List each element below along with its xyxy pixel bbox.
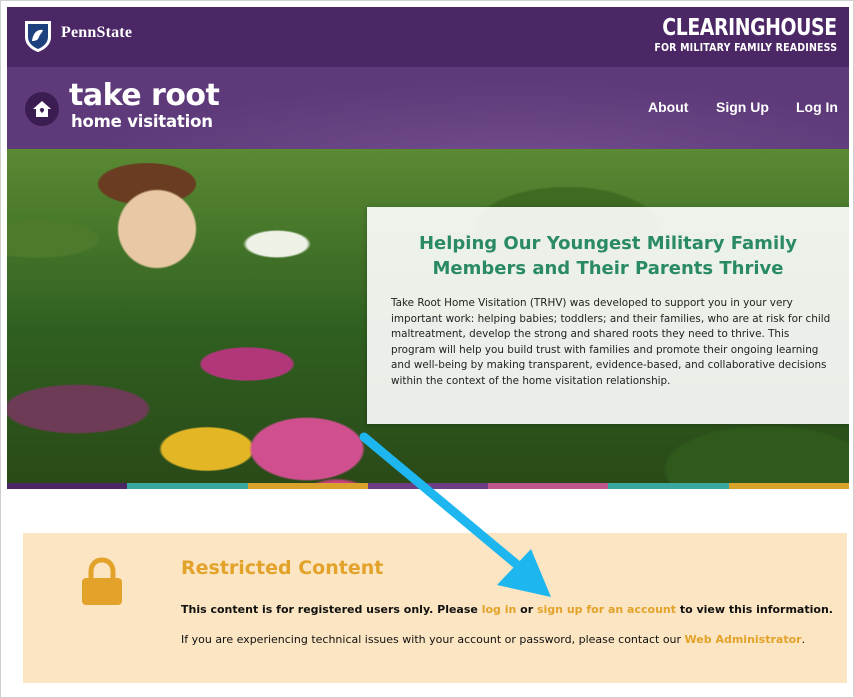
web-administrator-link[interactable]: Web Administrator <box>685 633 802 646</box>
lock-icon <box>82 557 122 605</box>
top-bar: PennState CLEARINGHOUSE FOR MILITARY FAM… <box>7 7 849 67</box>
site-navbar: take root home visitation About Sign Up … <box>7 67 849 149</box>
nav-about-link[interactable]: About <box>648 99 688 115</box>
restricted-title: Restricted Content <box>181 557 384 579</box>
support-message-text: If you are experiencing technical issues… <box>181 633 685 646</box>
stripe-segment <box>367 483 489 489</box>
restricted-message-text: This content is for registered users onl… <box>181 603 482 616</box>
support-message-end: . <box>801 633 806 646</box>
logo-take-root[interactable]: take root <box>69 81 220 111</box>
hero-title: Helping Our Youngest Military Family Mem… <box>418 233 798 279</box>
restricted-content-box: Restricted Content This content is for r… <box>23 533 847 683</box>
home-logo-icon[interactable] <box>25 92 59 126</box>
hero-banner: Helping Our Youngest Military Family Mem… <box>7 149 849 483</box>
pennstate-label[interactable]: PennState <box>61 24 132 42</box>
restricted-message: This content is for registered users onl… <box>181 603 833 616</box>
clearinghouse-title[interactable]: CLEARINGHOUSE <box>663 15 838 41</box>
color-stripe <box>7 483 849 489</box>
clearinghouse-subtitle: FOR MILITARY FAMILY READINESS <box>654 42 837 54</box>
restricted-message-end: to view this information. <box>676 603 833 616</box>
stripe-segment <box>127 483 248 489</box>
nav-login-link[interactable]: Log In <box>796 99 838 115</box>
restricted-message-or: or <box>516 603 537 616</box>
logo-home-visitation[interactable]: home visitation <box>71 113 213 131</box>
hero-card: Helping Our Youngest Military Family Mem… <box>367 207 849 424</box>
support-message: If you are experiencing technical issues… <box>181 633 805 646</box>
signup-link[interactable]: sign up for an account <box>537 603 676 616</box>
nav-signup-link[interactable]: Sign Up <box>716 99 769 115</box>
stripe-segment <box>247 483 368 489</box>
page-frame: PennState CLEARINGHOUSE FOR MILITARY FAM… <box>0 0 854 698</box>
hero-body: Take Root Home Visitation (TRHV) was dev… <box>391 297 831 387</box>
stripe-segment <box>728 483 849 489</box>
stripe-segment <box>488 483 609 489</box>
login-link[interactable]: log in <box>482 603 517 616</box>
pennstate-shield-icon[interactable] <box>23 19 53 53</box>
house-icon <box>33 101 51 117</box>
stripe-segment <box>7 483 128 489</box>
stripe-segment <box>608 483 729 489</box>
